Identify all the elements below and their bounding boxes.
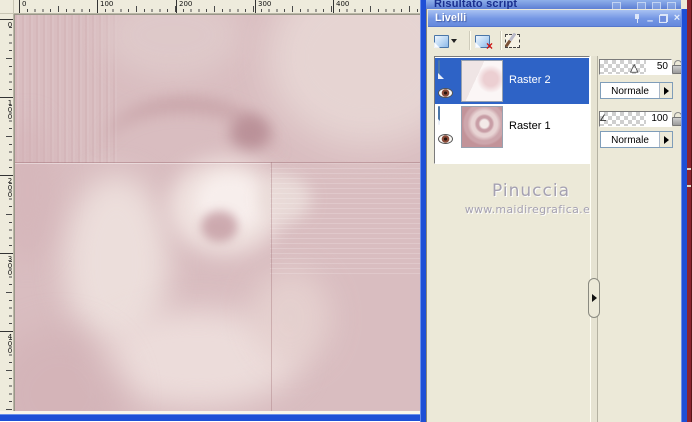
layers-toolbar: × [428, 27, 681, 54]
raster-layer-icon [438, 106, 440, 125]
toolbar-separator [500, 31, 502, 50]
vertical-ruler: 0 100 200 300 400 [0, 14, 14, 414]
layers-palette: Livelli – × × Raster 2 Raster 1 Pinuccia… [426, 9, 684, 422]
minimize-icon: – [646, 14, 654, 27]
horizontal-ruler: 0 100 200 300 400 [14, 0, 420, 14]
v-ruler-label: 300 [0, 253, 14, 276]
v-ruler-label: 400 [0, 331, 14, 354]
ruler-corner [0, 0, 14, 14]
layer-thumbnail[interactable] [461, 106, 503, 148]
close-icon: × [673, 11, 681, 24]
layers-palette-title: Livelli [435, 12, 467, 24]
chevron-right-icon [663, 86, 669, 95]
new-layer-button[interactable] [434, 30, 457, 52]
delete-layer-icon: × [475, 34, 493, 52]
blend-dropdown-button[interactable] [659, 83, 672, 98]
new-layer-icon [434, 34, 449, 48]
edit-selection-button[interactable] [504, 30, 520, 52]
v-ruler-label: 200 [0, 175, 14, 198]
visibility-eye-icon[interactable] [438, 134, 453, 144]
image-window-border [0, 411, 420, 422]
opacity-value: 100 [650, 113, 669, 124]
chevron-down-icon [451, 39, 457, 43]
splitter-handle[interactable] [588, 278, 600, 318]
script-result-titlebar[interactable]: Risultato script [426, 0, 681, 9]
chevron-right-icon [663, 135, 669, 144]
ruler-medium-ticks [19, 6, 420, 12]
pin-icon[interactable] [612, 2, 621, 9]
visibility-eye-icon[interactable] [438, 88, 453, 98]
layer-name[interactable]: Raster 2 [509, 74, 551, 86]
psp-workspace: 0 100 200 300 400 0 100 200 300 400 Risu… [0, 0, 692, 422]
restore-button[interactable] [652, 2, 661, 9]
pin-icon [633, 13, 641, 23]
layer-thumbnail[interactable] [461, 60, 503, 102]
chevron-right-icon [591, 294, 597, 302]
minimize-button[interactable] [637, 2, 646, 9]
toolbar-separator [469, 31, 471, 50]
raster-layer-icon [438, 60, 440, 79]
minimize-button[interactable]: – [644, 12, 656, 27]
brush-icon [504, 32, 517, 48]
restore-icon [658, 13, 668, 23]
blend-mode-select-raster1[interactable]: Normale [600, 131, 673, 148]
h-ruler-label: 300 [255, 0, 271, 13]
canvas-texture [270, 162, 420, 275]
layer-name[interactable]: Raster 1 [509, 120, 551, 132]
opacity-slider-raster1[interactable]: 100 [599, 111, 672, 127]
opacity-value: 50 [655, 61, 669, 72]
restore-button[interactable] [657, 12, 669, 24]
h-ruler-label: 0 [19, 0, 26, 13]
v-ruler-label: 100 [0, 97, 14, 120]
layer-row-raster2[interactable]: Raster 2 [435, 58, 589, 104]
blend-mode-value: Normale [611, 85, 649, 97]
opacity-slider-raster2[interactable]: △ 50 [599, 59, 672, 75]
canvas-seam [271, 162, 272, 414]
blend-mode-value: Normale [611, 134, 649, 146]
edit-selection-icon [504, 32, 520, 48]
layer-row-raster1[interactable]: Raster 1 [435, 104, 589, 150]
delete-layer-button[interactable]: × [475, 30, 493, 52]
blend-mode-select-raster2[interactable]: Normale [600, 82, 673, 99]
script-result-title: Risultato script [434, 0, 518, 9]
layers-list: Raster 2 Raster 1 [434, 56, 590, 164]
h-ruler-label: 200 [176, 0, 192, 13]
opacity-marker-icon[interactable]: △ [630, 61, 638, 74]
blend-dropdown-button[interactable] [659, 132, 672, 147]
pin-button[interactable] [631, 12, 643, 24]
close-button[interactable] [667, 2, 676, 9]
opacity-marker-icon[interactable]: ∠ [599, 114, 607, 124]
screen-edge [687, 0, 692, 422]
h-ruler-label: 400 [333, 0, 349, 13]
ruler-medium-ticks [6, 19, 12, 414]
image-canvas[interactable] [14, 14, 420, 414]
palette-splitter[interactable] [590, 56, 598, 422]
v-ruler-label: 0 [0, 19, 14, 28]
layers-palette-titlebar[interactable]: Livelli – × [428, 10, 681, 27]
h-ruler-label: 100 [97, 0, 113, 13]
transparency-checker [600, 60, 646, 74]
